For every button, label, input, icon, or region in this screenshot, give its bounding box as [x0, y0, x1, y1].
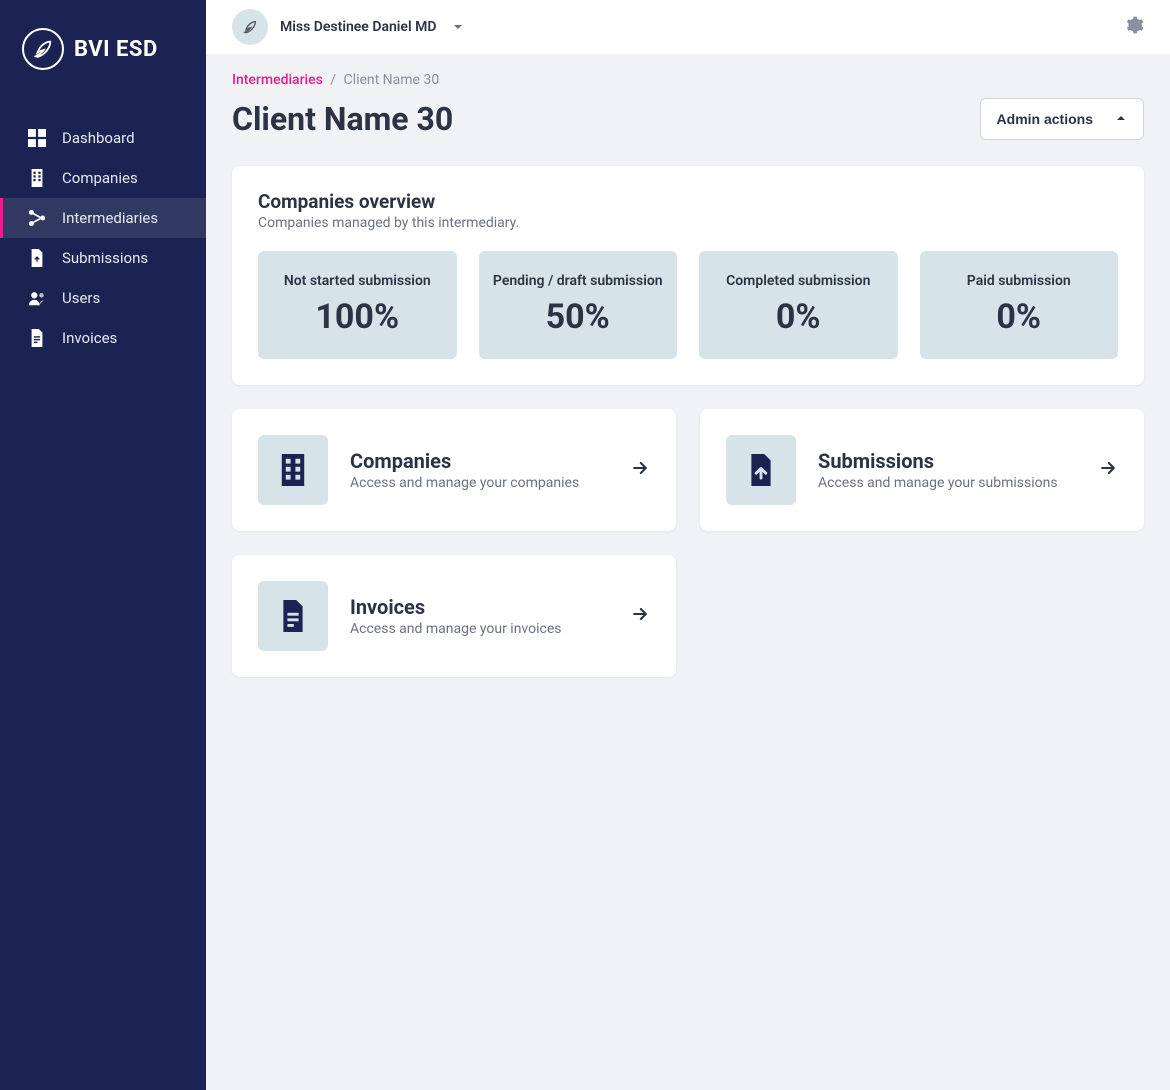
- link-subtitle: Access and manage your invoices: [350, 621, 608, 637]
- breadcrumb-parent[interactable]: Intermediaries: [232, 72, 323, 88]
- sidebar-item-label: Dashboard: [62, 129, 135, 147]
- stat-label: Completed submission: [711, 273, 886, 289]
- sidebar-item-label: Companies: [62, 169, 138, 187]
- stat-label: Not started submission: [270, 273, 445, 289]
- link-title: Companies: [350, 449, 608, 473]
- page-title: Client Name 30: [232, 100, 453, 138]
- stats-row: Not started submission 100% Pending / dr…: [258, 251, 1118, 359]
- stat-pending: Pending / draft submission 50%: [479, 251, 678, 359]
- nav: Dashboard Companies Intermediaries Submi…: [0, 118, 206, 358]
- stat-value: 50%: [491, 297, 666, 337]
- sidebar-item-invoices[interactable]: Invoices: [0, 318, 206, 358]
- feather-icon: [22, 28, 64, 70]
- card-subtitle: Companies managed by this intermediary.: [258, 215, 1118, 231]
- link-grid: Companies Access and manage your compani…: [232, 409, 1144, 677]
- stat-value: 0%: [932, 297, 1107, 337]
- chevron-down-icon: [452, 18, 464, 37]
- breadcrumb: Intermediaries / Client Name 30: [232, 54, 1144, 98]
- settings-button[interactable]: [1124, 15, 1144, 39]
- user-menu-toggle[interactable]: Miss Destinee Daniel MD: [232, 9, 464, 45]
- sidebar-item-intermediaries[interactable]: Intermediaries: [0, 198, 206, 238]
- content: Intermediaries / Client Name 30 Client N…: [206, 54, 1170, 1090]
- sidebar-item-companies[interactable]: Companies: [0, 158, 206, 198]
- link-title: Invoices: [350, 595, 608, 619]
- link-title: Submissions: [818, 449, 1076, 473]
- invoices-icon: [28, 329, 46, 347]
- page-head: Client Name 30 Admin actions: [232, 98, 1144, 140]
- sidebar-item-dashboard[interactable]: Dashboard: [0, 118, 206, 158]
- link-card-submissions[interactable]: Submissions Access and manage your submi…: [700, 409, 1144, 531]
- building-icon: [258, 435, 328, 505]
- link-card-companies[interactable]: Companies Access and manage your compani…: [232, 409, 676, 531]
- sidebar-item-label: Invoices: [62, 329, 117, 347]
- companies-overview-card: Companies overview Companies managed by …: [232, 166, 1144, 385]
- file-upload-icon: [726, 435, 796, 505]
- arrow-right-icon: [1098, 458, 1118, 482]
- arrow-right-icon: [630, 458, 650, 482]
- logo-text: BVI ESD: [74, 37, 158, 62]
- sidebar: BVI ESD Dashboard Companies Intermediari…: [0, 0, 206, 1090]
- link-card-invoices[interactable]: Invoices Access and manage your invoices: [232, 555, 676, 677]
- avatar: [232, 9, 268, 45]
- admin-actions-label: Admin actions: [997, 111, 1093, 127]
- stat-label: Paid submission: [932, 273, 1107, 289]
- card-title: Companies overview: [258, 190, 1118, 213]
- intermediaries-icon: [28, 209, 46, 227]
- logo[interactable]: BVI ESD: [0, 0, 206, 98]
- sidebar-item-submissions[interactable]: Submissions: [0, 238, 206, 278]
- users-icon: [28, 289, 46, 307]
- submissions-icon: [28, 249, 46, 267]
- sidebar-item-label: Submissions: [62, 249, 148, 267]
- topbar: Miss Destinee Daniel MD: [206, 0, 1170, 54]
- stat-label: Pending / draft submission: [491, 273, 666, 289]
- link-subtitle: Access and manage your companies: [350, 475, 608, 491]
- dashboard-icon: [28, 129, 46, 147]
- user-name: Miss Destinee Daniel MD: [280, 19, 436, 35]
- stat-value: 100%: [270, 297, 445, 337]
- sidebar-item-label: Intermediaries: [62, 209, 158, 227]
- stat-paid: Paid submission 0%: [920, 251, 1119, 359]
- admin-actions-button[interactable]: Admin actions: [980, 98, 1144, 140]
- arrow-right-icon: [630, 604, 650, 628]
- sidebar-item-label: Users: [62, 289, 100, 307]
- sidebar-item-users[interactable]: Users: [0, 278, 206, 318]
- breadcrumb-current: Client Name 30: [344, 72, 440, 88]
- breadcrumb-separator: /: [330, 72, 336, 88]
- stat-completed: Completed submission 0%: [699, 251, 898, 359]
- main: Miss Destinee Daniel MD Intermediaries /…: [206, 0, 1170, 1090]
- link-subtitle: Access and manage your submissions: [818, 475, 1076, 491]
- companies-icon: [28, 169, 46, 187]
- stat-value: 0%: [711, 297, 886, 337]
- file-lines-icon: [258, 581, 328, 651]
- stat-not-started: Not started submission 100%: [258, 251, 457, 359]
- chevron-up-icon: [1115, 111, 1127, 127]
